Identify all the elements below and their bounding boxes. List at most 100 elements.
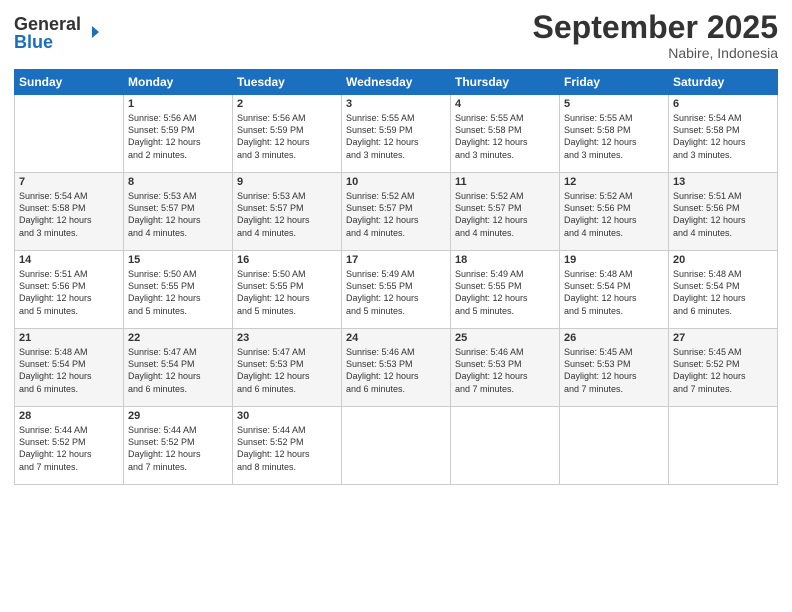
day-number: 3	[346, 98, 446, 110]
day-info: Sunrise: 5:44 AMSunset: 5:52 PMDaylight:…	[19, 424, 119, 473]
calendar-cell: 16 Sunrise: 5:50 AMSunset: 5:55 PMDayligh…	[233, 251, 342, 329]
calendar-cell: 6Sunrise: 5:54 AMSunset: 5:58 PMDaylight…	[669, 95, 778, 173]
day-number: 19	[564, 254, 664, 266]
day-number: 5	[564, 98, 664, 110]
day-info: Sunrise: 5:52 AMSunset: 5:56 PMDaylight:…	[564, 190, 664, 239]
calendar-cell: 17Sunrise: 5:49 AMSunset: 5:55 PMDayligh…	[342, 251, 451, 329]
logo-svg: General Blue	[14, 10, 104, 52]
day-info: Sunrise: 5:48 AMSunset: 5:54 PMDaylight:…	[673, 268, 773, 317]
day-number: 10	[346, 176, 446, 188]
day-info: Sunrise: 5:46 AMSunset: 5:53 PMDaylight:…	[455, 346, 555, 395]
day-number: 30	[237, 410, 337, 422]
day-number: 9	[237, 176, 337, 188]
month-year-title: September 2025	[533, 10, 778, 45]
calendar-cell: 26Sunrise: 5:45 AMSunset: 5:53 PMDayligh…	[560, 329, 669, 407]
day-number: 15	[128, 254, 228, 266]
day-info: Sunrise: 5:49 AMSunset: 5:55 PMDaylight:…	[455, 268, 555, 317]
day-info: Sunrise: 5:52 AMSunset: 5:57 PMDaylight:…	[346, 190, 446, 239]
col-saturday: Saturday	[669, 70, 778, 95]
day-number: 25	[455, 332, 555, 344]
col-wednesday: Wednesday	[342, 70, 451, 95]
calendar-cell: 29 Sunrise: 5:44 AMSunset: 5:52 PMDayligh…	[124, 407, 233, 485]
day-number: 21	[19, 332, 119, 344]
calendar-cell: 2 Sunrise: 5:56 AMSunset: 5:59 PMDaylight…	[233, 95, 342, 173]
day-number: 16	[237, 254, 337, 266]
day-number: 27	[673, 332, 773, 344]
calendar-cell: 9 Sunrise: 5:53 AMSunset: 5:57 PMDaylight…	[233, 173, 342, 251]
day-number: 13	[673, 176, 773, 188]
calendar-week-row-5: 28 Sunrise: 5:44 AMSunset: 5:52 PMDayligh…	[15, 407, 778, 485]
col-thursday: Thursday	[451, 70, 560, 95]
calendar-cell: 20 Sunrise: 5:48 AMSunset: 5:54 PMDayligh…	[669, 251, 778, 329]
day-number: 2	[237, 98, 337, 110]
calendar-header-row: Sunday Monday Tuesday Wednesday Thursday…	[15, 70, 778, 95]
calendar-week-row-3: 14 Sunrise: 5:51 AMSunset: 5:56 PMDayligh…	[15, 251, 778, 329]
logo-content: General Blue	[14, 10, 104, 57]
calendar-cell: 14 Sunrise: 5:51 AMSunset: 5:56 PMDayligh…	[15, 251, 124, 329]
calendar-cell	[560, 407, 669, 485]
day-info: Sunrise: 5:48 AMSunset: 5:54 PMDaylight:…	[19, 346, 119, 395]
day-number: 29	[128, 410, 228, 422]
day-info: Sunrise: 5:44 AMSunset: 5:52 PMDaylight:…	[128, 424, 228, 473]
day-info: Sunrise: 5:47 AMSunset: 5:53 PMDaylight:…	[237, 346, 337, 395]
col-sunday: Sunday	[15, 70, 124, 95]
page-header: General Blue September 2025 Nabire, Indo…	[14, 10, 778, 61]
calendar-cell: 3Sunrise: 5:55 AMSunset: 5:59 PMDaylight…	[342, 95, 451, 173]
calendar-cell: 15 Sunrise: 5:50 AMSunset: 5:55 PMDayligh…	[124, 251, 233, 329]
day-info: Sunrise: 5:52 AMSunset: 5:57 PMDaylight:…	[455, 190, 555, 239]
svg-text:General: General	[14, 14, 81, 34]
logo: General Blue	[14, 10, 104, 57]
day-info: Sunrise: 5:49 AMSunset: 5:55 PMDaylight:…	[346, 268, 446, 317]
location-subtitle: Nabire, Indonesia	[533, 45, 778, 61]
calendar-cell: 18 Sunrise: 5:49 AMSunset: 5:55 PMDayligh…	[451, 251, 560, 329]
calendar-table: Sunday Monday Tuesday Wednesday Thursday…	[14, 69, 778, 485]
calendar-cell: 5 Sunrise: 5:55 AMSunset: 5:58 PMDaylight…	[560, 95, 669, 173]
calendar-cell	[669, 407, 778, 485]
day-info: Sunrise: 5:50 AMSunset: 5:55 PMDaylight:…	[128, 268, 228, 317]
col-monday: Monday	[124, 70, 233, 95]
svg-text:Blue: Blue	[14, 32, 53, 52]
calendar-cell: 1Sunrise: 5:56 AMSunset: 5:59 PMDaylight…	[124, 95, 233, 173]
col-friday: Friday	[560, 70, 669, 95]
day-number: 23	[237, 332, 337, 344]
calendar-cell: 13 Sunrise: 5:51 AMSunset: 5:56 PMDayligh…	[669, 173, 778, 251]
calendar-cell	[342, 407, 451, 485]
day-number: 4	[455, 98, 555, 110]
day-number: 7	[19, 176, 119, 188]
day-number: 20	[673, 254, 773, 266]
day-info: Sunrise: 5:47 AMSunset: 5:54 PMDaylight:…	[128, 346, 228, 395]
calendar-cell	[451, 407, 560, 485]
day-info: Sunrise: 5:46 AMSunset: 5:53 PMDaylight:…	[346, 346, 446, 395]
day-info: Sunrise: 5:54 AMSunset: 5:58 PMDaylight:…	[673, 112, 773, 161]
calendar-cell: 21 Sunrise: 5:48 AMSunset: 5:54 PMDayligh…	[15, 329, 124, 407]
day-info: Sunrise: 5:45 AMSunset: 5:52 PMDaylight:…	[673, 346, 773, 395]
calendar-cell: 28 Sunrise: 5:44 AMSunset: 5:52 PMDayligh…	[15, 407, 124, 485]
calendar-cell: 19 Sunrise: 5:48 AMSunset: 5:54 PMDayligh…	[560, 251, 669, 329]
day-number: 1	[128, 98, 228, 110]
day-number: 28	[19, 410, 119, 422]
day-info: Sunrise: 5:51 AMSunset: 5:56 PMDaylight:…	[19, 268, 119, 317]
calendar-cell: 22Sunrise: 5:47 AMSunset: 5:54 PMDayligh…	[124, 329, 233, 407]
calendar-cell: 8Sunrise: 5:53 AMSunset: 5:57 PMDaylight…	[124, 173, 233, 251]
calendar-cell: 11Sunrise: 5:52 AMSunset: 5:57 PMDayligh…	[451, 173, 560, 251]
day-info: Sunrise: 5:55 AMSunset: 5:58 PMDaylight:…	[564, 112, 664, 161]
day-info: Sunrise: 5:53 AMSunset: 5:57 PMDaylight:…	[237, 190, 337, 239]
calendar-cell	[15, 95, 124, 173]
calendar-cell: 27 Sunrise: 5:45 AMSunset: 5:52 PMDayligh…	[669, 329, 778, 407]
day-info: Sunrise: 5:51 AMSunset: 5:56 PMDaylight:…	[673, 190, 773, 239]
day-info: Sunrise: 5:50 AMSunset: 5:55 PMDaylight:…	[237, 268, 337, 317]
calendar-cell: 30 Sunrise: 5:44 AMSunset: 5:52 PMDayligh…	[233, 407, 342, 485]
day-info: Sunrise: 5:54 AMSunset: 5:58 PMDaylight:…	[19, 190, 119, 239]
day-info: Sunrise: 5:55 AMSunset: 5:58 PMDaylight:…	[455, 112, 555, 161]
calendar-cell: 12 Sunrise: 5:52 AMSunset: 5:56 PMDayligh…	[560, 173, 669, 251]
day-number: 12	[564, 176, 664, 188]
day-info: Sunrise: 5:53 AMSunset: 5:57 PMDaylight:…	[128, 190, 228, 239]
day-info: Sunrise: 5:44 AMSunset: 5:52 PMDaylight:…	[237, 424, 337, 473]
title-block: September 2025 Nabire, Indonesia	[533, 10, 778, 61]
day-info: Sunrise: 5:56 AMSunset: 5:59 PMDaylight:…	[237, 112, 337, 161]
day-number: 18	[455, 254, 555, 266]
calendar-week-row-2: 7 Sunrise: 5:54 AMSunset: 5:58 PMDaylight…	[15, 173, 778, 251]
day-info: Sunrise: 5:48 AMSunset: 5:54 PMDaylight:…	[564, 268, 664, 317]
calendar-cell: 25 Sunrise: 5:46 AMSunset: 5:53 PMDayligh…	[451, 329, 560, 407]
day-number: 14	[19, 254, 119, 266]
